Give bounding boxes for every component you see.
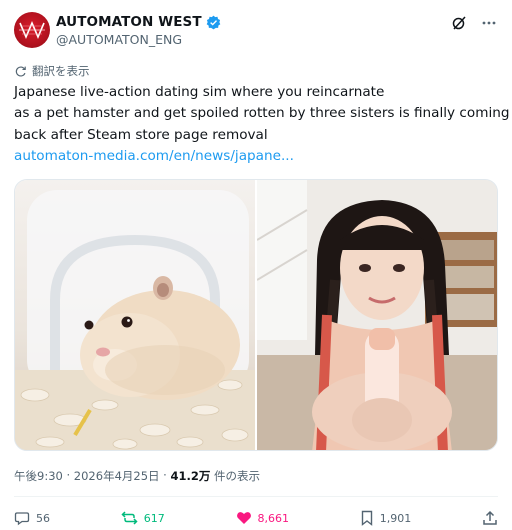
meta-separator: ·	[159, 468, 171, 482]
more-icon[interactable]	[480, 14, 498, 32]
display-name[interactable]: AUTOMATON WEST	[56, 14, 202, 30]
hamster-photo[interactable]	[15, 180, 255, 450]
bookmark-count: 1,901	[379, 511, 412, 525]
avatar[interactable]	[14, 12, 50, 48]
reply-button[interactable]: 56	[14, 510, 50, 526]
tweet-header: AUTOMATON WEST @AUTOMATON_ENG	[14, 12, 502, 52]
view-label: 件の表示	[214, 469, 261, 483]
reply-icon	[14, 512, 30, 526]
translate-icon	[15, 66, 26, 77]
like-count: 8,661	[257, 511, 290, 525]
user-handle[interactable]: @AUTOMATON_ENG	[56, 32, 182, 47]
tweet-line: Japanese live-action dating sim where yo…	[14, 84, 385, 100]
bookmark-button[interactable]: 1,901	[360, 510, 412, 526]
tweet-line: as a pet hamster and get spoiled rotten …	[14, 105, 510, 122]
repost-icon	[121, 511, 138, 525]
grok-icon[interactable]	[450, 14, 468, 32]
tweet-text: Japanese live-action dating sim where yo…	[14, 82, 510, 167]
translate-label: 翻訳を表示	[32, 64, 90, 78]
tweet-time[interactable]: 午後9:30	[14, 468, 63, 484]
tweet-meta: 午後9:30 · 2026年4月25日 · 41.2万 件の表示	[14, 468, 260, 484]
bookmark-icon	[361, 510, 372, 526]
repost-count: 617	[143, 511, 165, 525]
woman-photo[interactable]	[257, 180, 497, 450]
divider	[14, 496, 498, 497]
heart-icon	[236, 512, 251, 524]
automaton-logo	[19, 20, 45, 40]
repost-button[interactable]: 617	[121, 510, 165, 526]
article-link[interactable]: automaton-media.com/en/news/japane...	[14, 146, 500, 167]
like-button[interactable]: 8,661	[236, 510, 290, 526]
show-translation-link[interactable]: 翻訳を表示	[14, 63, 90, 79]
verified-badge-icon	[206, 15, 220, 29]
share-icon	[483, 510, 497, 525]
reply-count: 56	[36, 511, 50, 525]
media-grid	[14, 179, 498, 451]
view-count: 41.2万	[170, 469, 211, 483]
share-button[interactable]	[482, 510, 498, 526]
tweet-date[interactable]: 2026年4月25日	[74, 468, 160, 484]
action-bar: 56 617 8,661 1,901	[14, 508, 498, 528]
meta-separator: ·	[62, 468, 74, 482]
tweet-line: back after Steam store page removal	[14, 126, 268, 143]
